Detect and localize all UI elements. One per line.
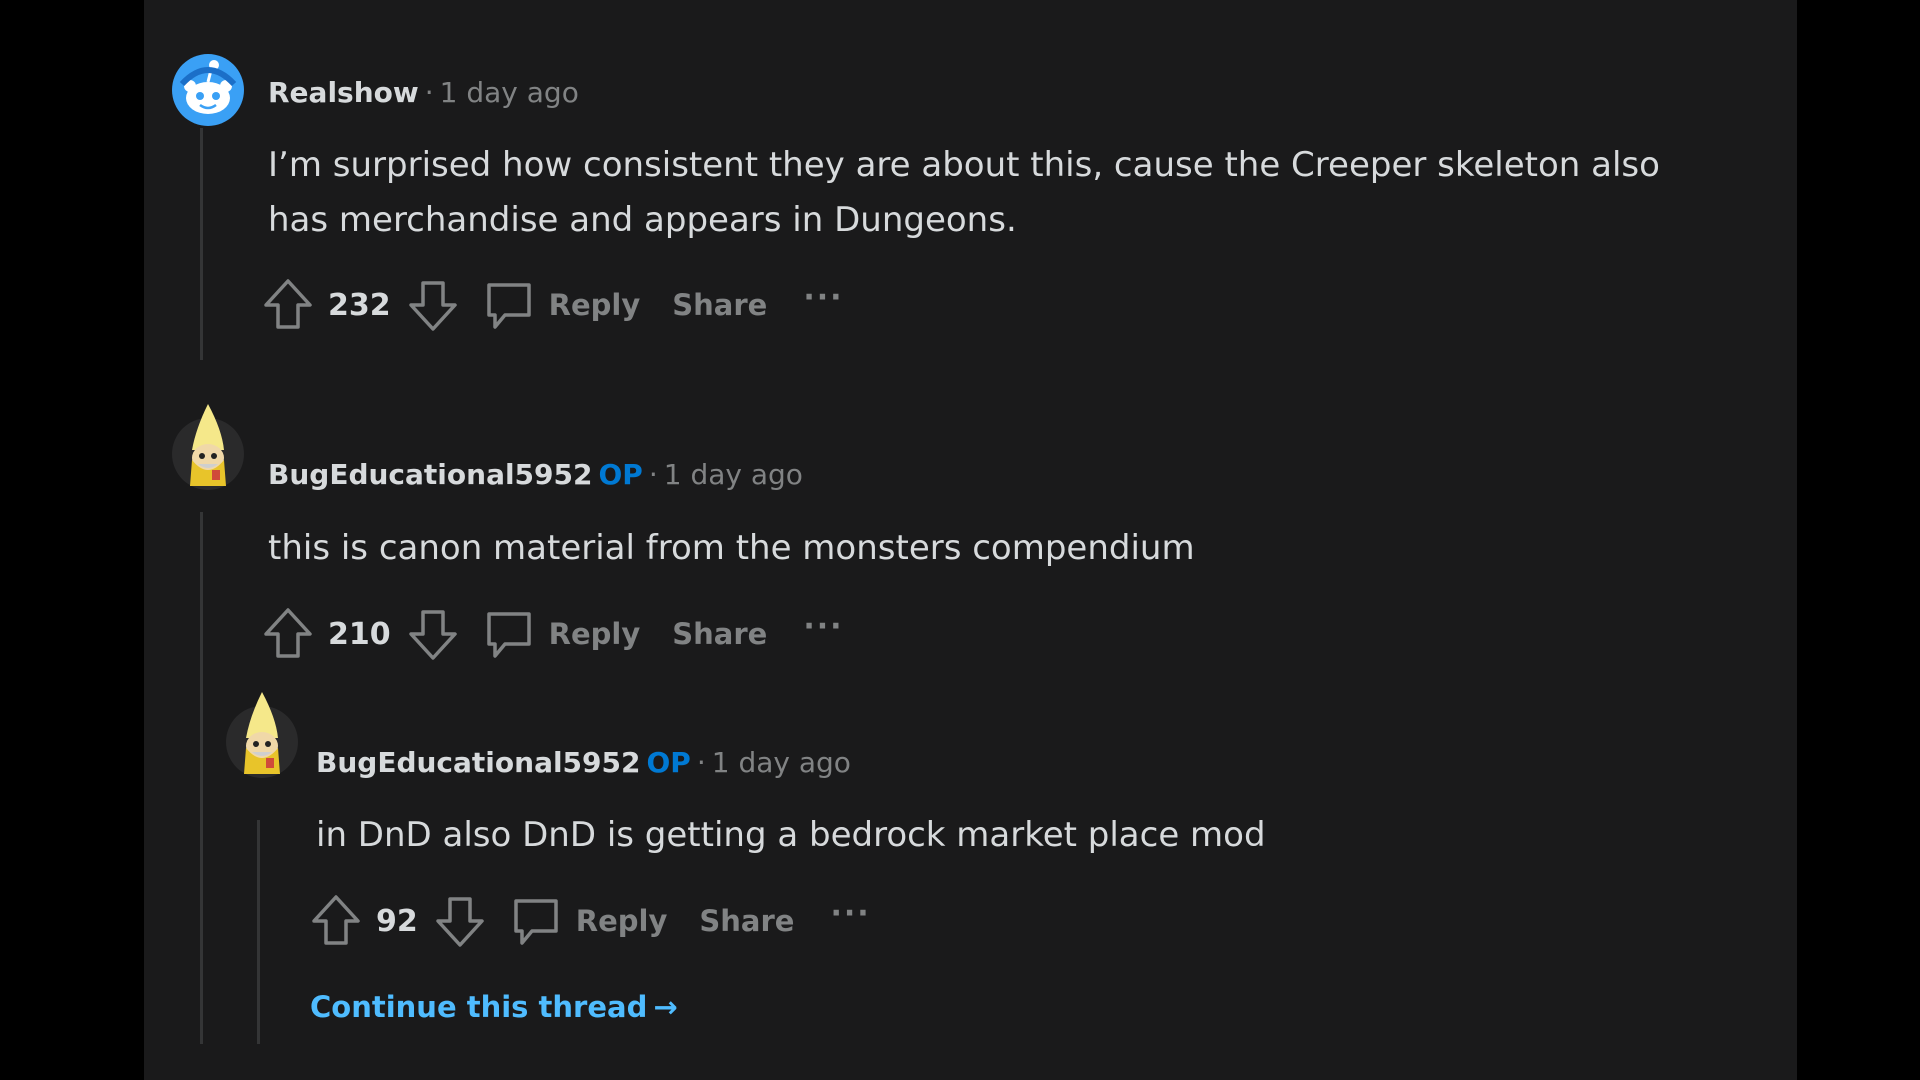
meta-separator: · [424,76,434,109]
comments-panel: Realshow · 1 day ago I’m surprised how con… [144,0,1797,1080]
timestamp[interactable]: 1 day ago [664,458,803,491]
comment-meta: BugEducational5952 OP · 1 day ago [316,745,851,781]
upvote-arrow-icon [264,608,312,658]
author-link[interactable]: Realshow [268,76,419,109]
continue-thread-link[interactable]: Continue this thread → [310,990,678,1024]
upvote-arrow-icon [312,895,360,945]
continue-thread-label: Continue this thread [310,990,648,1024]
comment-bubble-icon [486,612,531,658]
downvote-arrow-icon [436,897,484,947]
comment-actions: 210 Reply Share ··· [262,606,844,662]
share-button[interactable]: Share [699,904,794,938]
comment-actions: 232 Reply Share ··· [262,277,844,333]
timestamp[interactable]: 1 day ago [712,746,851,779]
vote-score: 92 [376,903,418,939]
more-options-button[interactable]: ··· [803,280,843,315]
banana-wizard-avatar-icon [226,692,298,778]
op-badge: OP [598,458,643,491]
comment-line: has merchandise and appears in Dungeons. [268,200,1017,240]
comment-meta: Realshow · 1 day ago [268,75,579,111]
author-link[interactable]: BugEducational5952 [316,746,641,779]
reply-label: Reply [548,288,641,322]
share-button[interactable]: Share [672,617,767,651]
more-options-button[interactable]: ··· [803,609,843,644]
arrow-right-icon: → [653,990,678,1024]
comment-line: this is canon material from the monsters… [268,528,1195,568]
upvote-button[interactable] [310,893,362,949]
downvote-arrow-icon [408,610,457,660]
comment-line: in DnD also DnD is getting a bedrock mar… [316,815,1266,855]
meta-separator: · [696,746,706,779]
thread-line[interactable] [257,820,260,1044]
reply-button[interactable]: Reply [483,606,641,662]
comment-body: I’m surprised how consistent they are ab… [268,138,1660,248]
comment-body: this is canon material from the monsters… [268,521,1195,576]
avatar[interactable] [172,404,244,490]
comment-bubble-icon [486,283,531,329]
op-badge: OP [646,746,691,779]
comment-actions: 92 Reply Share ··· [310,893,871,949]
reply-button[interactable]: Reply [483,277,641,333]
thread-line[interactable] [200,128,203,360]
comment-meta: BugEducational5952 OP · 1 day ago [268,457,803,493]
comment-line: I’m surprised how consistent they are ab… [268,145,1660,185]
vote-score: 232 [328,287,391,323]
avatar[interactable] [226,692,298,778]
downvote-arrow-icon [408,281,457,331]
vote-score: 210 [328,616,391,652]
meta-separator: · [648,458,658,491]
upvote-button[interactable] [262,606,314,662]
more-options-button[interactable]: ··· [830,896,870,931]
share-button[interactable]: Share [672,288,767,322]
banana-wizard-avatar-icon [172,404,244,490]
reply-button[interactable]: Reply [510,893,668,949]
reddit-snoo-avatar-icon [172,54,244,126]
page: Realshow · 1 day ago I’m surprised how con… [0,0,1920,1080]
avatar[interactable] [172,54,244,126]
upvote-button[interactable] [262,277,314,333]
comment-bubble-icon [514,899,558,945]
downvote-button[interactable] [407,606,459,662]
reply-label: Reply [575,904,668,938]
downvote-button[interactable] [434,893,486,949]
reply-label: Reply [548,617,641,651]
author-link[interactable]: BugEducational5952 [268,458,593,491]
thread-line[interactable] [200,512,203,1044]
upvote-arrow-icon [264,279,312,329]
downvote-button[interactable] [407,277,459,333]
comment-body: in DnD also DnD is getting a bedrock mar… [316,808,1266,863]
timestamp[interactable]: 1 day ago [440,76,579,109]
